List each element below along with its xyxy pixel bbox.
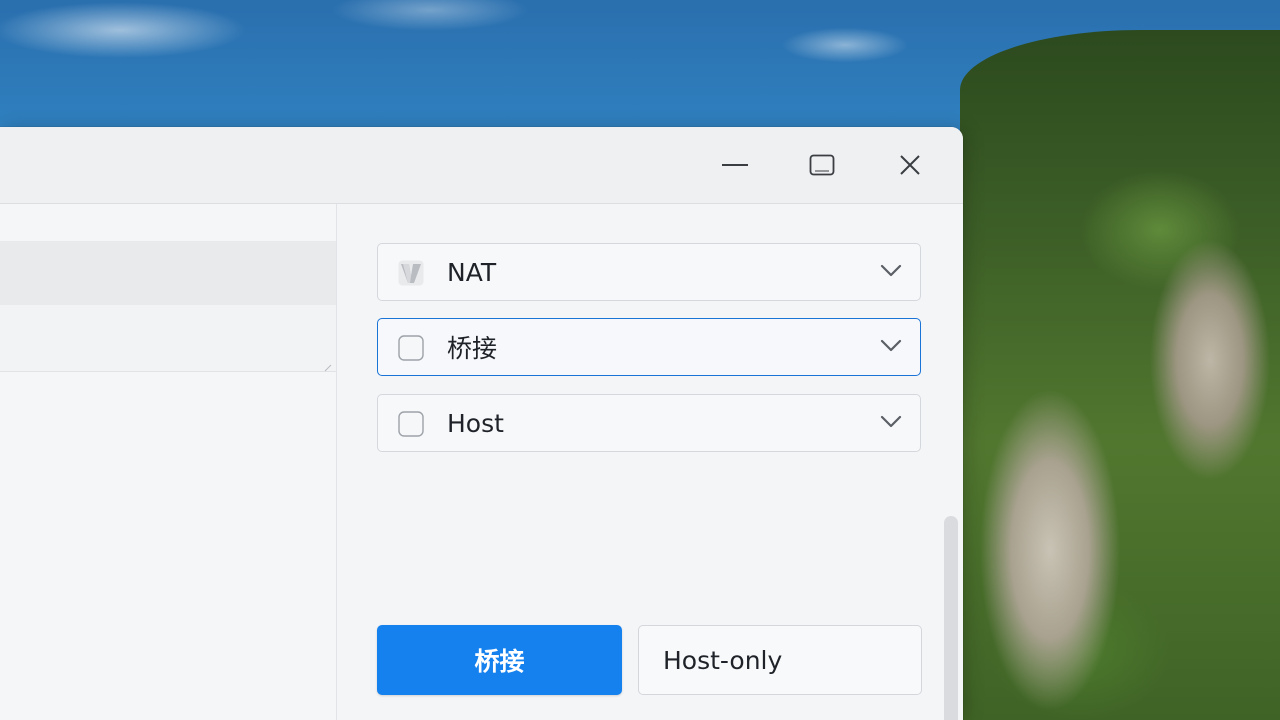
close-icon [899, 154, 921, 176]
minimize-icon [722, 163, 750, 167]
host-only-button[interactable]: Host-only [638, 625, 922, 695]
checkbox-icon[interactable] [398, 411, 424, 437]
network-settings-panel: NAT 桥接 Host 桥接 Host-only [337, 204, 963, 720]
network-mode-host-select[interactable]: Host [377, 394, 921, 452]
chevron-down-icon [880, 338, 902, 356]
scrollbar-thumb[interactable] [944, 516, 958, 720]
network-mode-label: Host [447, 408, 504, 438]
network-mode-bridge-select[interactable]: 桥接 [377, 318, 921, 376]
close-button[interactable] [890, 145, 930, 185]
network-mode-nat-select[interactable]: NAT [377, 243, 921, 301]
vmware-check-icon[interactable] [398, 260, 424, 286]
maximize-icon [809, 154, 835, 176]
bridge-button[interactable]: 桥接 [377, 625, 622, 695]
minimize-button[interactable] [716, 145, 756, 185]
chevron-down-icon [880, 414, 902, 432]
left-panel-row[interactable] [0, 305, 336, 372]
checkbox-icon[interactable] [398, 335, 424, 361]
chevron-down-icon [880, 263, 902, 281]
app-window: NAT 桥接 Host 桥接 Host-only [0, 127, 963, 720]
maximize-button[interactable] [802, 145, 842, 185]
left-panel [0, 204, 337, 720]
left-panel-header [0, 241, 336, 305]
title-bar[interactable] [0, 127, 963, 204]
network-mode-label: 桥接 [447, 334, 498, 363]
resize-handle-icon[interactable] [324, 357, 332, 372]
network-mode-label: NAT [447, 257, 497, 287]
wallpaper-hillside [960, 30, 1280, 720]
